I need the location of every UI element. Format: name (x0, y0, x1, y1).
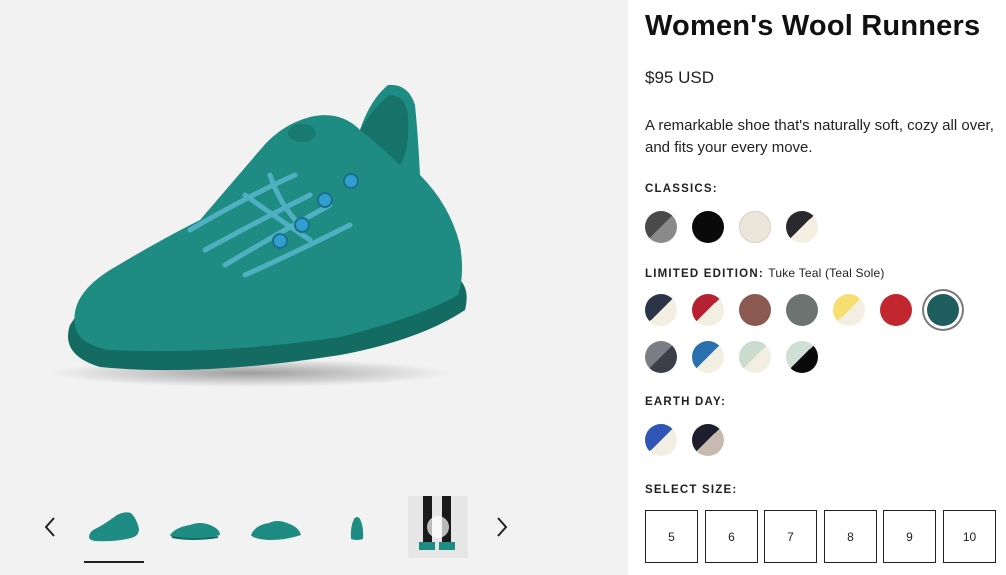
product-description: A remarkable shoe that's naturally soft,… (645, 117, 994, 156)
product-gallery (0, 0, 628, 575)
thumbnail-shoe-heel[interactable] (327, 496, 387, 558)
size-button-8[interactable]: 8 (824, 510, 877, 563)
swatch-limited-red-white[interactable] (692, 294, 724, 326)
thumbnail-shoe-angle[interactable] (246, 496, 306, 558)
swatch-earth-day-blue[interactable] (645, 424, 677, 456)
size-button-9[interactable]: 9 (883, 510, 936, 563)
earth-day-label: EARTH DAY: (645, 396, 727, 408)
size-button-6[interactable]: 6 (705, 510, 758, 563)
swatch-limited-mint-black[interactable] (786, 341, 818, 373)
shoe-thumbnail-image (89, 512, 139, 542)
product-title: Women's Wool Runners (645, 10, 981, 42)
limited-edition-title: LIMITED EDITION: (645, 268, 764, 280)
prev-image-button[interactable] (38, 510, 62, 544)
thumbnail-strip (0, 490, 628, 575)
selected-color-name: Tuke Teal (Teal Sole) (768, 266, 885, 280)
size-button-5[interactable]: 5 (645, 510, 698, 563)
swatch-classic-black-white[interactable] (786, 211, 818, 243)
swatch-limited-blue-white[interactable] (692, 341, 724, 373)
limited-edition-label: LIMITED EDITION: Tuke Teal (Teal Sole) (645, 266, 885, 280)
product-details-panel: Women's Wool Runners $95 USD A remarkabl… (645, 0, 1006, 575)
swatch-limited-brown[interactable] (739, 294, 771, 326)
shoe-thumbnail-image (251, 521, 301, 540)
next-image-button[interactable] (490, 510, 514, 544)
classics-label: CLASSICS: (645, 183, 718, 195)
swatch-classic-black[interactable] (692, 211, 724, 243)
swatch-limited-red[interactable] (880, 294, 912, 326)
swatch-limited-slate[interactable] (645, 341, 677, 373)
thumbnail-shoe-side[interactable] (84, 496, 144, 563)
swatch-limited-navy[interactable] (645, 294, 677, 326)
play-icon (427, 516, 449, 538)
thumbnail-model-video[interactable] (408, 496, 468, 558)
product-hero-image (50, 84, 467, 387)
product-price: $95 USD (645, 68, 714, 87)
swatch-classic-grey[interactable] (645, 211, 677, 243)
chevron-left-icon (44, 517, 55, 537)
swatch-limited-tuke-teal[interactable] (927, 294, 959, 326)
swatch-limited-yellow[interactable] (833, 294, 865, 326)
swatch-classic-natural-white[interactable] (739, 211, 771, 243)
size-button-7[interactable]: 7 (764, 510, 817, 563)
chevron-right-icon (497, 517, 508, 537)
swatch-earth-day-dark[interactable] (692, 424, 724, 456)
select-size-label: SELECT SIZE: (645, 484, 738, 496)
shoe-thumbnail-image (350, 517, 364, 540)
size-button-10[interactable]: 10 (943, 510, 996, 563)
swatch-limited-sage[interactable] (786, 294, 818, 326)
swatch-limited-mint[interactable] (739, 341, 771, 373)
shoe-thumbnail-image (170, 523, 220, 540)
thumbnail-shoe-pair[interactable] (165, 496, 225, 558)
